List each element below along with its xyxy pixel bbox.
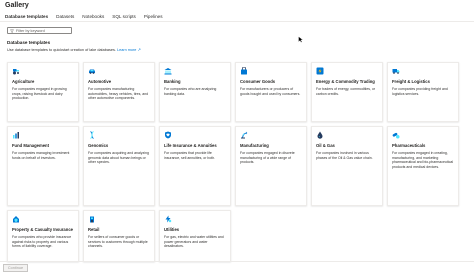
template-card-agriculture[interactable]: Agriculture For companies engaged in gro…	[7, 62, 79, 122]
template-card-oil-gas[interactable]: Oil & Gas For companies involved in vari…	[311, 126, 383, 206]
truck-icon	[392, 69, 400, 74]
template-card-fund-management[interactable]: Fund Management For companies managing i…	[7, 126, 79, 206]
section-description: Use database templates to quickstart cre…	[7, 48, 141, 52]
fund-chart-icon	[13, 132, 19, 139]
template-card-freight-logistics[interactable]: Freight & Logistics For companies provid…	[387, 62, 459, 122]
template-card-property-casualty-insurance[interactable]: Property & Casualty Insurance For compan…	[7, 210, 79, 262]
template-card-manufacturing[interactable]: Manufacturing For companies engaged in d…	[235, 126, 307, 206]
oil-drop-icon	[317, 131, 323, 139]
filter-placeholder: Filter by keyword	[16, 28, 45, 33]
bank-icon	[164, 68, 172, 75]
section-title: Database templates	[7, 40, 51, 45]
template-card-utilities[interactable]: Utilities For gas, electric and water ut…	[159, 210, 231, 262]
footer-divider	[0, 261, 474, 262]
house-shield-icon	[13, 216, 19, 223]
page-title: Gallery	[5, 2, 29, 9]
robot-arm-icon	[241, 131, 248, 139]
mouse-cursor-icon	[298, 36, 303, 43]
template-card-pharmaceuticals[interactable]: Pharmaceuticals For companies engaged in…	[387, 126, 459, 206]
continue-button[interactable]: Continue	[3, 264, 28, 272]
filter-icon	[10, 29, 14, 33]
tabs-divider	[0, 21, 474, 22]
template-card-energy-commodity-trading[interactable]: Energy & Commodity Trading For traders o…	[311, 62, 383, 122]
tractor-icon	[13, 69, 19, 75]
template-card-consumer-goods[interactable]: Consumer Goods For manufacturers or prod…	[235, 62, 307, 122]
heart-shield-icon	[165, 131, 171, 139]
template-card-automotive[interactable]: Automotive For companies manufacturing a…	[83, 62, 155, 122]
dna-icon	[90, 131, 94, 139]
utility-icon	[165, 215, 172, 223]
shopping-bag-icon	[241, 67, 247, 75]
energy-icon	[316, 67, 324, 75]
learn-more-link[interactable]: Learn more ↗	[117, 48, 141, 52]
pills-icon	[392, 132, 400, 139]
template-card-retail[interactable]: Retail For sellers of consumer goods or …	[83, 210, 155, 262]
template-card-life-insurance-annuities[interactable]: Life Insurance & Annuities For companies…	[159, 126, 231, 206]
car-icon	[89, 69, 95, 74]
store-icon	[90, 216, 94, 223]
filter-input[interactable]: Filter by keyword	[7, 27, 72, 34]
template-card-genomics[interactable]: Genomics For companies acquiring and ana…	[83, 126, 155, 206]
template-card-banking[interactable]: Banking For companies who are analyzing …	[159, 62, 231, 122]
